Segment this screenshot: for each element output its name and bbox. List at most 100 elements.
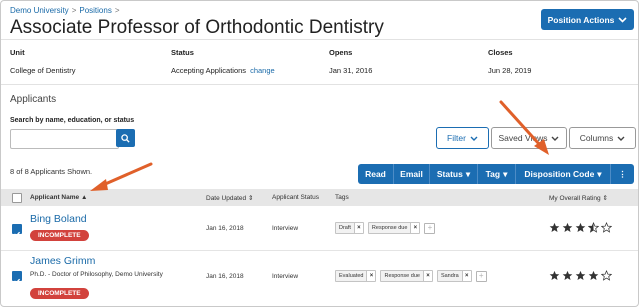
tag-label: Response due: [384, 273, 420, 279]
plus-icon[interactable]: +: [424, 222, 436, 234]
meta-closes-value: Jun 28, 2019: [488, 66, 532, 75]
close-icon[interactable]: ×: [422, 271, 432, 281]
tag: Evaluated ×: [335, 270, 377, 282]
saved-views-button[interactable]: Saved Views: [491, 127, 567, 149]
column-rating-label: My Overall Rating: [549, 195, 601, 202]
column-applicant-name[interactable]: Applicant Name ▲: [30, 194, 87, 201]
status-change-link[interactable]: change: [250, 66, 275, 75]
status-text: Accepting Applications: [171, 66, 247, 75]
applicants-shown-count: 8 of 8 Applicants Shown.: [10, 167, 93, 176]
plus-icon[interactable]: +: [475, 270, 487, 282]
email-label: Email: [400, 169, 423, 179]
applicant-name-link[interactable]: James Grimm: [30, 255, 95, 267]
star-icon[interactable]: [588, 270, 599, 281]
chevron-down-icon: [618, 16, 627, 23]
meta-unit-value: College of Dentistry: [10, 66, 76, 75]
star-icon[interactable]: [575, 222, 586, 233]
breadcrumb-separator: >: [114, 6, 120, 15]
close-icon[interactable]: ×: [366, 271, 376, 281]
sort-icon: ⇕: [247, 195, 254, 202]
row-checkbox[interactable]: [12, 224, 22, 237]
star-icon[interactable]: [575, 270, 586, 281]
caret-down-icon: ▾: [503, 168, 508, 179]
table-header: Applicant Name ▲ Date Updated ⇕ Applican…: [1, 189, 638, 206]
page-title: Associate Professor of Orthodontic Denti…: [10, 17, 384, 38]
chevron-down-icon: [617, 136, 625, 141]
select-all-checkbox[interactable]: [12, 193, 22, 203]
meta-divider: [1, 84, 638, 85]
meta-opens-label: Opens: [329, 48, 353, 57]
tag-list: Evaluated × Response due × Sandra × +: [335, 270, 487, 282]
tag-button[interactable]: Tag ▾: [478, 164, 516, 184]
star-icon[interactable]: [562, 270, 573, 281]
columns-label: Columns: [579, 133, 614, 143]
columns-button[interactable]: Columns: [569, 127, 636, 149]
applicant-name-link[interactable]: Bing Boland: [30, 213, 87, 225]
tag-label: Tag: [485, 169, 501, 179]
star-icon[interactable]: [549, 222, 560, 233]
disposition-code-label: Disposition Code: [524, 169, 595, 179]
tag-list: Draft × Response due × +: [335, 222, 436, 234]
read-label: Read: [365, 169, 386, 179]
tag: Draft ×: [335, 222, 364, 234]
star-half-icon[interactable]: [588, 222, 599, 233]
applicant-degree: Ph.D. - Doctor of Philosophy, Demo Unive…: [30, 271, 163, 278]
status-badge: INCOMPLETE: [30, 230, 89, 241]
column-my-overall-rating[interactable]: My Overall Rating ⇕: [549, 194, 608, 202]
column-applicant-name-label: Applicant Name: [30, 194, 80, 201]
sort-icon: ⇕: [602, 195, 608, 202]
applicant-status: Interview: [272, 273, 299, 280]
applicants-heading: Applicants: [10, 94, 57, 105]
search-icon: [121, 133, 130, 143]
star-icon[interactable]: [562, 222, 573, 233]
filter-button[interactable]: Filter: [436, 127, 489, 149]
position-actions-button[interactable]: Position Actions: [541, 9, 634, 30]
filter-label: Filter: [447, 133, 466, 143]
breadcrumb-positions[interactable]: Positions: [79, 6, 111, 15]
breadcrumb-root[interactable]: Demo University: [10, 6, 69, 15]
row-checkbox[interactable]: [12, 271, 22, 284]
tag: Response due ×: [367, 222, 421, 234]
tag-label: Sandra: [440, 273, 459, 279]
chevron-down-icon: [470, 136, 478, 141]
chevron-down-icon: [551, 136, 559, 141]
close-icon[interactable]: ×: [410, 223, 420, 233]
caret-down-icon: ▾: [465, 168, 471, 179]
read-button[interactable]: Read: [358, 164, 394, 184]
tag-label: Response due: [371, 225, 408, 231]
sort-up-icon: ▲: [80, 194, 88, 201]
email-button[interactable]: Email: [394, 164, 430, 184]
more-vertical-icon: ⋮: [618, 168, 627, 179]
rating-stars[interactable]: [549, 222, 612, 233]
star-empty-icon[interactable]: [601, 222, 612, 233]
status-button[interactable]: Status ▾: [430, 164, 478, 184]
rating-stars[interactable]: [549, 270, 612, 281]
check-icon: [14, 278, 21, 284]
column-tags[interactable]: Tags: [335, 194, 349, 201]
table-row: Bing Boland INCOMPLETE Jan 16, 2018 Inte…: [1, 206, 638, 250]
tag: Response due ×: [380, 270, 433, 282]
date-updated: Jan 16, 2018: [206, 273, 244, 280]
saved-views-label: Saved Views: [498, 133, 548, 143]
status-badge: INCOMPLETE: [30, 288, 89, 299]
breadcrumb: Demo University > Positions >: [10, 6, 123, 15]
applicant-status: Interview: [272, 225, 299, 232]
check-icon: [14, 231, 21, 237]
star-icon[interactable]: [549, 270, 560, 281]
search-label: Search by name, education, or status: [10, 117, 135, 124]
meta-unit-label: Unit: [10, 48, 25, 57]
search-button[interactable]: [116, 129, 135, 147]
disposition-code-button[interactable]: Disposition Code ▾: [516, 164, 611, 184]
search-input[interactable]: [10, 129, 119, 149]
status-label: Status: [436, 169, 463, 179]
meta-status-label: Status: [171, 48, 194, 57]
date-updated: Jan 16, 2018: [206, 225, 244, 232]
close-icon[interactable]: ×: [353, 223, 363, 233]
column-date-updated[interactable]: Date Updated ⇕: [206, 194, 253, 202]
column-applicant-status[interactable]: Applicant Status: [272, 194, 319, 201]
bulk-action-bar: Read Email Status ▾ Tag ▾ Disposition Code…: [358, 164, 634, 184]
caret-down-icon: ▾: [597, 168, 602, 179]
more-actions-button[interactable]: ⋮: [611, 164, 634, 184]
star-empty-icon[interactable]: [601, 270, 612, 281]
close-icon[interactable]: ×: [461, 271, 471, 281]
